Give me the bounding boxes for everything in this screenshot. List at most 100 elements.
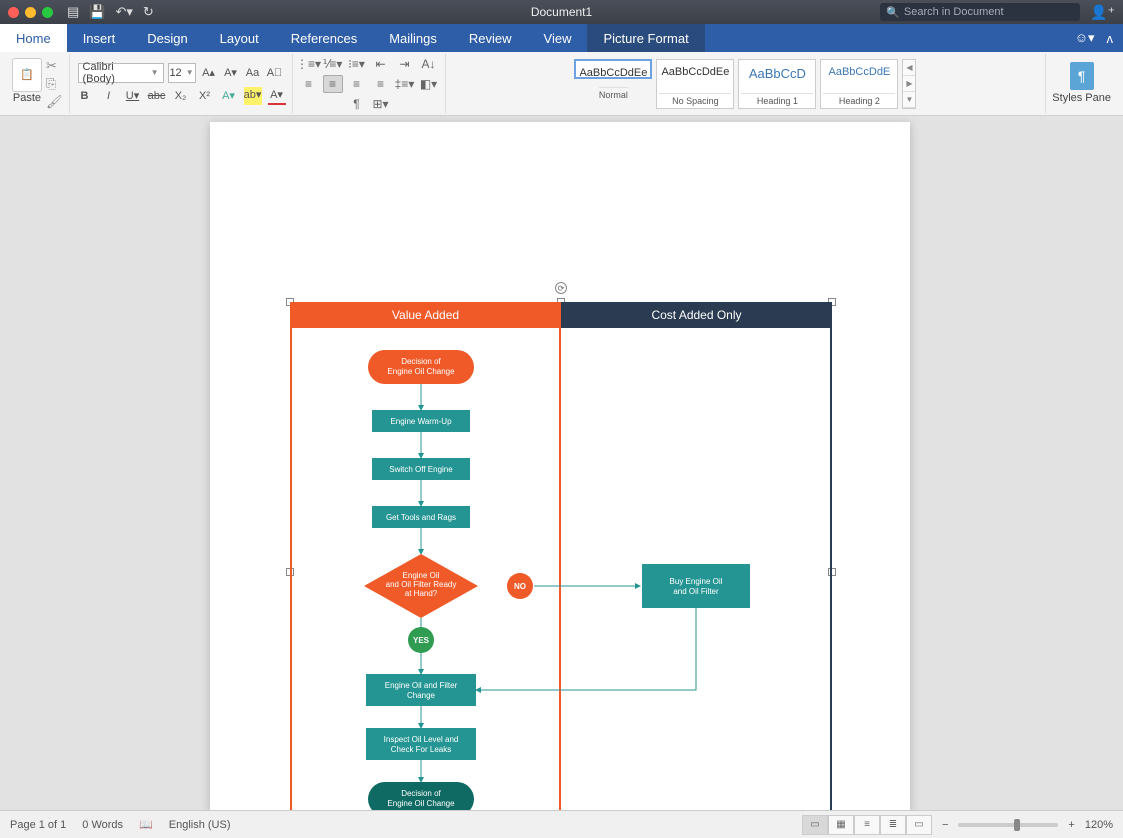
underline-button[interactable]: U▾	[124, 87, 142, 105]
bullets-icon[interactable]: ⋮≡▾	[299, 55, 319, 73]
styles-pane-label: Styles Pane	[1052, 92, 1111, 104]
tab-picture-format[interactable]: Picture Format	[587, 24, 704, 52]
line-spacing-icon[interactable]: ‡≡▾	[395, 75, 415, 93]
tab-home[interactable]: Home	[0, 24, 67, 52]
zoom-level[interactable]: 120%	[1085, 819, 1113, 831]
inc-indent-icon[interactable]: ⇥	[395, 55, 415, 73]
print-layout-view[interactable]: ▭	[802, 815, 828, 835]
close-icon[interactable]	[8, 7, 19, 18]
zoom-slider[interactable]	[958, 823, 1058, 827]
search-icon: 🔍	[886, 6, 900, 19]
show-marks-icon[interactable]: ¶	[347, 95, 367, 113]
format-painter-icon[interactable]: 🖌	[46, 94, 63, 110]
style-normal[interactable]: AaBbCcDdEe Normal	[574, 59, 652, 79]
tab-review[interactable]: Review	[453, 24, 528, 52]
numbering-icon[interactable]: ⅟≡▾	[323, 55, 343, 73]
search-input[interactable]: 🔍 Search in Document	[880, 3, 1080, 21]
sort-icon[interactable]: A↓	[419, 55, 439, 73]
style-heading-1[interactable]: AaBbCcD Heading 1	[738, 59, 816, 109]
outline-view[interactable]: ≡	[854, 815, 880, 835]
quick-access-toolbar: ▤ 💾 ↶▾ ↻	[67, 4, 154, 20]
flowchart-image: Value Added Cost Added Only	[290, 302, 832, 810]
styles-pane-button[interactable]: ¶	[1070, 62, 1094, 90]
svg-text:Inspect Oil Level and: Inspect Oil Level and	[384, 735, 459, 744]
svg-text:Engine Oil Change: Engine Oil Change	[387, 367, 455, 376]
grow-font-icon[interactable]: A▴	[200, 64, 218, 82]
svg-text:Decision of: Decision of	[401, 357, 441, 366]
tab-layout[interactable]: Layout	[204, 24, 275, 52]
svg-text:Engine Warm-Up: Engine Warm-Up	[390, 417, 452, 426]
copy-icon[interactable]: ⎘	[46, 76, 63, 92]
document-title: Document1	[531, 5, 592, 19]
align-left-icon[interactable]: ≡	[299, 75, 319, 93]
document-canvas[interactable]: ⟳ Value Added Cost Added Only	[0, 116, 1123, 810]
zoom-in-button[interactable]: +	[1068, 819, 1074, 831]
align-right-icon[interactable]: ≡	[347, 75, 367, 93]
subscript-button[interactable]: X₂	[172, 87, 190, 105]
tab-design[interactable]: Design	[131, 24, 203, 52]
shading-icon[interactable]: ◧▾	[419, 75, 439, 93]
justify-icon[interactable]: ≡	[371, 75, 391, 93]
style-heading-2[interactable]: AaBbCcDdE Heading 2	[820, 59, 898, 109]
superscript-button[interactable]: X²	[196, 87, 214, 105]
undo-icon[interactable]: ↶▾	[115, 4, 132, 20]
font-group: Calibri (Body)▼ 12▼ A▴ A▾ Aa A⃠ B I U▾ a…	[70, 54, 293, 113]
autosave-icon[interactable]: ▤	[67, 4, 79, 20]
multilevel-icon[interactable]: ⁝≡▾	[347, 55, 367, 73]
svg-text:YES: YES	[413, 636, 430, 645]
zoom-out-button[interactable]: −	[942, 819, 948, 831]
highlight-button[interactable]: ab▾	[244, 87, 262, 105]
change-case-icon[interactable]: Aa	[244, 64, 262, 82]
picture-selection[interactable]: ⟳ Value Added Cost Added Only	[290, 302, 832, 810]
paste-label: Paste	[13, 92, 41, 104]
svg-text:Change: Change	[407, 691, 436, 700]
minimize-icon[interactable]	[25, 7, 36, 18]
redo-icon[interactable]: ↻	[143, 4, 154, 20]
svg-text:Switch Off Engine: Switch Off Engine	[389, 465, 453, 474]
focus-view[interactable]: ▭	[906, 815, 932, 835]
font-name-select[interactable]: Calibri (Body)▼	[78, 63, 164, 83]
font-size-select[interactable]: 12▼	[168, 63, 196, 83]
clear-format-icon[interactable]: A⃠	[266, 64, 284, 82]
italic-button[interactable]: I	[100, 87, 118, 105]
draft-view[interactable]: ≣	[880, 815, 906, 835]
svg-text:Engine Oil Change: Engine Oil Change	[387, 799, 455, 808]
svg-text:Get Tools and Rags: Get Tools and Rags	[386, 513, 456, 522]
collapse-ribbon-icon[interactable]: ʌ	[1107, 31, 1114, 46]
strikethrough-button[interactable]: abc	[148, 87, 166, 105]
word-count[interactable]: 0 Words	[82, 819, 123, 831]
svg-text:NO: NO	[514, 582, 526, 591]
save-icon[interactable]: 💾	[89, 4, 105, 20]
spellcheck-icon[interactable]: 📖	[139, 818, 153, 831]
maximize-icon[interactable]	[42, 7, 53, 18]
text-effects-icon[interactable]: A▾	[220, 87, 238, 105]
titlebar: ▤ 💾 ↶▾ ↻ Document1 🔍 Search in Document …	[0, 0, 1123, 24]
tab-insert[interactable]: Insert	[67, 24, 132, 52]
cut-icon[interactable]: ✂	[46, 58, 63, 74]
statusbar: Page 1 of 1 0 Words 📖 English (US) ▭ ▦ ≡…	[0, 810, 1123, 838]
bold-button[interactable]: B	[76, 87, 94, 105]
svg-text:Engine Oil: Engine Oil	[403, 571, 440, 580]
swimlane-header-right: Cost Added Only	[561, 302, 832, 328]
tab-view[interactable]: View	[528, 24, 588, 52]
share-icon[interactable]: 👤⁺	[1090, 4, 1115, 21]
styles-pane-group: ¶ Styles Pane	[1046, 54, 1117, 113]
shrink-font-icon[interactable]: A▾	[222, 64, 240, 82]
style-gallery-nav[interactable]: ◀▶▼	[902, 59, 916, 109]
style-no-spacing[interactable]: AaBbCcDdEe No Spacing	[656, 59, 734, 109]
page-info[interactable]: Page 1 of 1	[10, 819, 66, 831]
borders-icon[interactable]: ⊞▾	[371, 95, 391, 113]
paste-button[interactable]: 📋	[12, 58, 42, 92]
font-color-button[interactable]: A▾	[268, 87, 286, 105]
styles-group: AaBbCcDdEe Normal AaBbCcDdEe No Spacing …	[446, 54, 1047, 113]
tab-references[interactable]: References	[275, 24, 373, 52]
feedback-icon[interactable]: ☺▾	[1075, 30, 1095, 46]
ribbon-tabs: Home Insert Design Layout References Mai…	[0, 24, 1123, 52]
svg-text:Engine Oil and Filter: Engine Oil and Filter	[385, 681, 458, 690]
rotate-handle[interactable]: ⟳	[555, 282, 567, 294]
language-status[interactable]: English (US)	[169, 819, 231, 831]
dec-indent-icon[interactable]: ⇤	[371, 55, 391, 73]
web-layout-view[interactable]: ▦	[828, 815, 854, 835]
align-center-icon[interactable]: ≡	[323, 75, 343, 93]
tab-mailings[interactable]: Mailings	[373, 24, 453, 52]
